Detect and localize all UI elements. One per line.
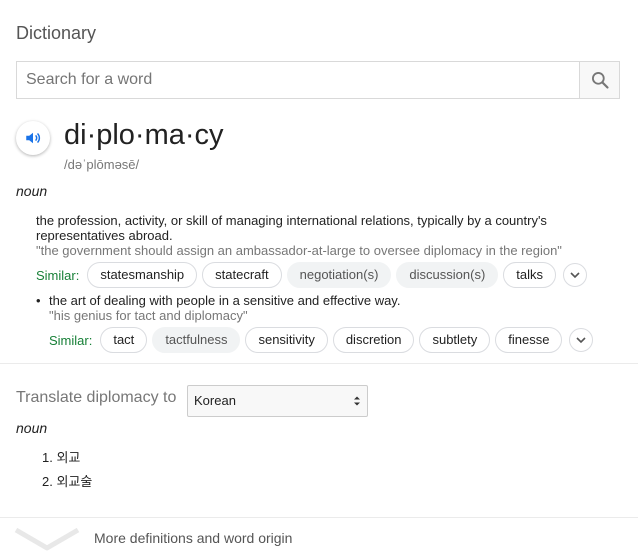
chevron-down-icon	[570, 272, 580, 279]
similar-chip[interactable]: talks	[503, 262, 557, 288]
similar-label: Similar:	[49, 332, 93, 348]
search-input[interactable]	[17, 62, 581, 98]
translation-item: 2. 외교술	[42, 474, 93, 489]
definition-2: the art of dealing with people in a sens…	[49, 293, 401, 308]
definition-1: the profession, activity, or skill of ma…	[36, 213, 547, 243]
example-1: "the government should assign an ambassa…	[36, 243, 562, 258]
part-of-speech: noun	[16, 183, 48, 199]
more-definitions-label: More definitions and word origin	[94, 530, 293, 546]
chevron-down-icon	[14, 527, 80, 551]
dictionary-title: Dictionary	[16, 23, 97, 43]
language-select[interactable]: Korean	[187, 385, 368, 417]
similar-chip[interactable]: subtlety	[419, 327, 491, 353]
pronunciation-button[interactable]	[16, 121, 50, 155]
similar-chip[interactable]: tact	[100, 327, 148, 353]
similar-chip[interactable]: tactfulness	[152, 327, 241, 353]
similar-chip[interactable]: statesmanship	[87, 262, 198, 288]
chevron-down-icon	[576, 337, 587, 344]
example-2: "his genius for tact and diplomacy"	[49, 308, 248, 323]
up-down-arrows-icon	[354, 396, 360, 406]
more-definitions-button[interactable]: More definitions and word origin	[0, 518, 638, 558]
similar-label: Similar:	[36, 267, 80, 283]
divider	[0, 363, 638, 364]
translate-part-of-speech: noun	[16, 420, 48, 436]
search-icon	[591, 72, 609, 89]
translate-label: Translate diplomacy to	[16, 389, 177, 406]
similar-chip[interactable]: sensitivity	[245, 327, 328, 353]
search-box	[16, 61, 620, 99]
similar-chip[interactable]: discretion	[332, 327, 415, 353]
phonetic: /dəˈplōməsē/	[64, 157, 140, 172]
similar-chip[interactable]: discussion(s)	[396, 262, 499, 288]
expand-similar-button[interactable]	[569, 328, 594, 352]
expand-similar-button[interactable]	[563, 263, 588, 287]
similar-row-2: Similar: tact tactfulness sensitivity di…	[49, 327, 594, 353]
language-select-value: Korean	[194, 393, 236, 408]
similar-chip[interactable]: negotiation(s)	[286, 262, 392, 288]
headword: di·plo·ma·cy	[64, 119, 224, 151]
translation-item: 1. 외교	[42, 450, 81, 465]
speaker-icon	[26, 132, 41, 144]
similar-chip[interactable]: statecraft	[202, 262, 282, 288]
similar-chip[interactable]: finesse	[495, 327, 563, 353]
similar-row-1: Similar: statesmanship statecraft negoti…	[36, 262, 588, 288]
sense-bullet: •	[36, 293, 41, 308]
search-button[interactable]	[579, 62, 619, 98]
